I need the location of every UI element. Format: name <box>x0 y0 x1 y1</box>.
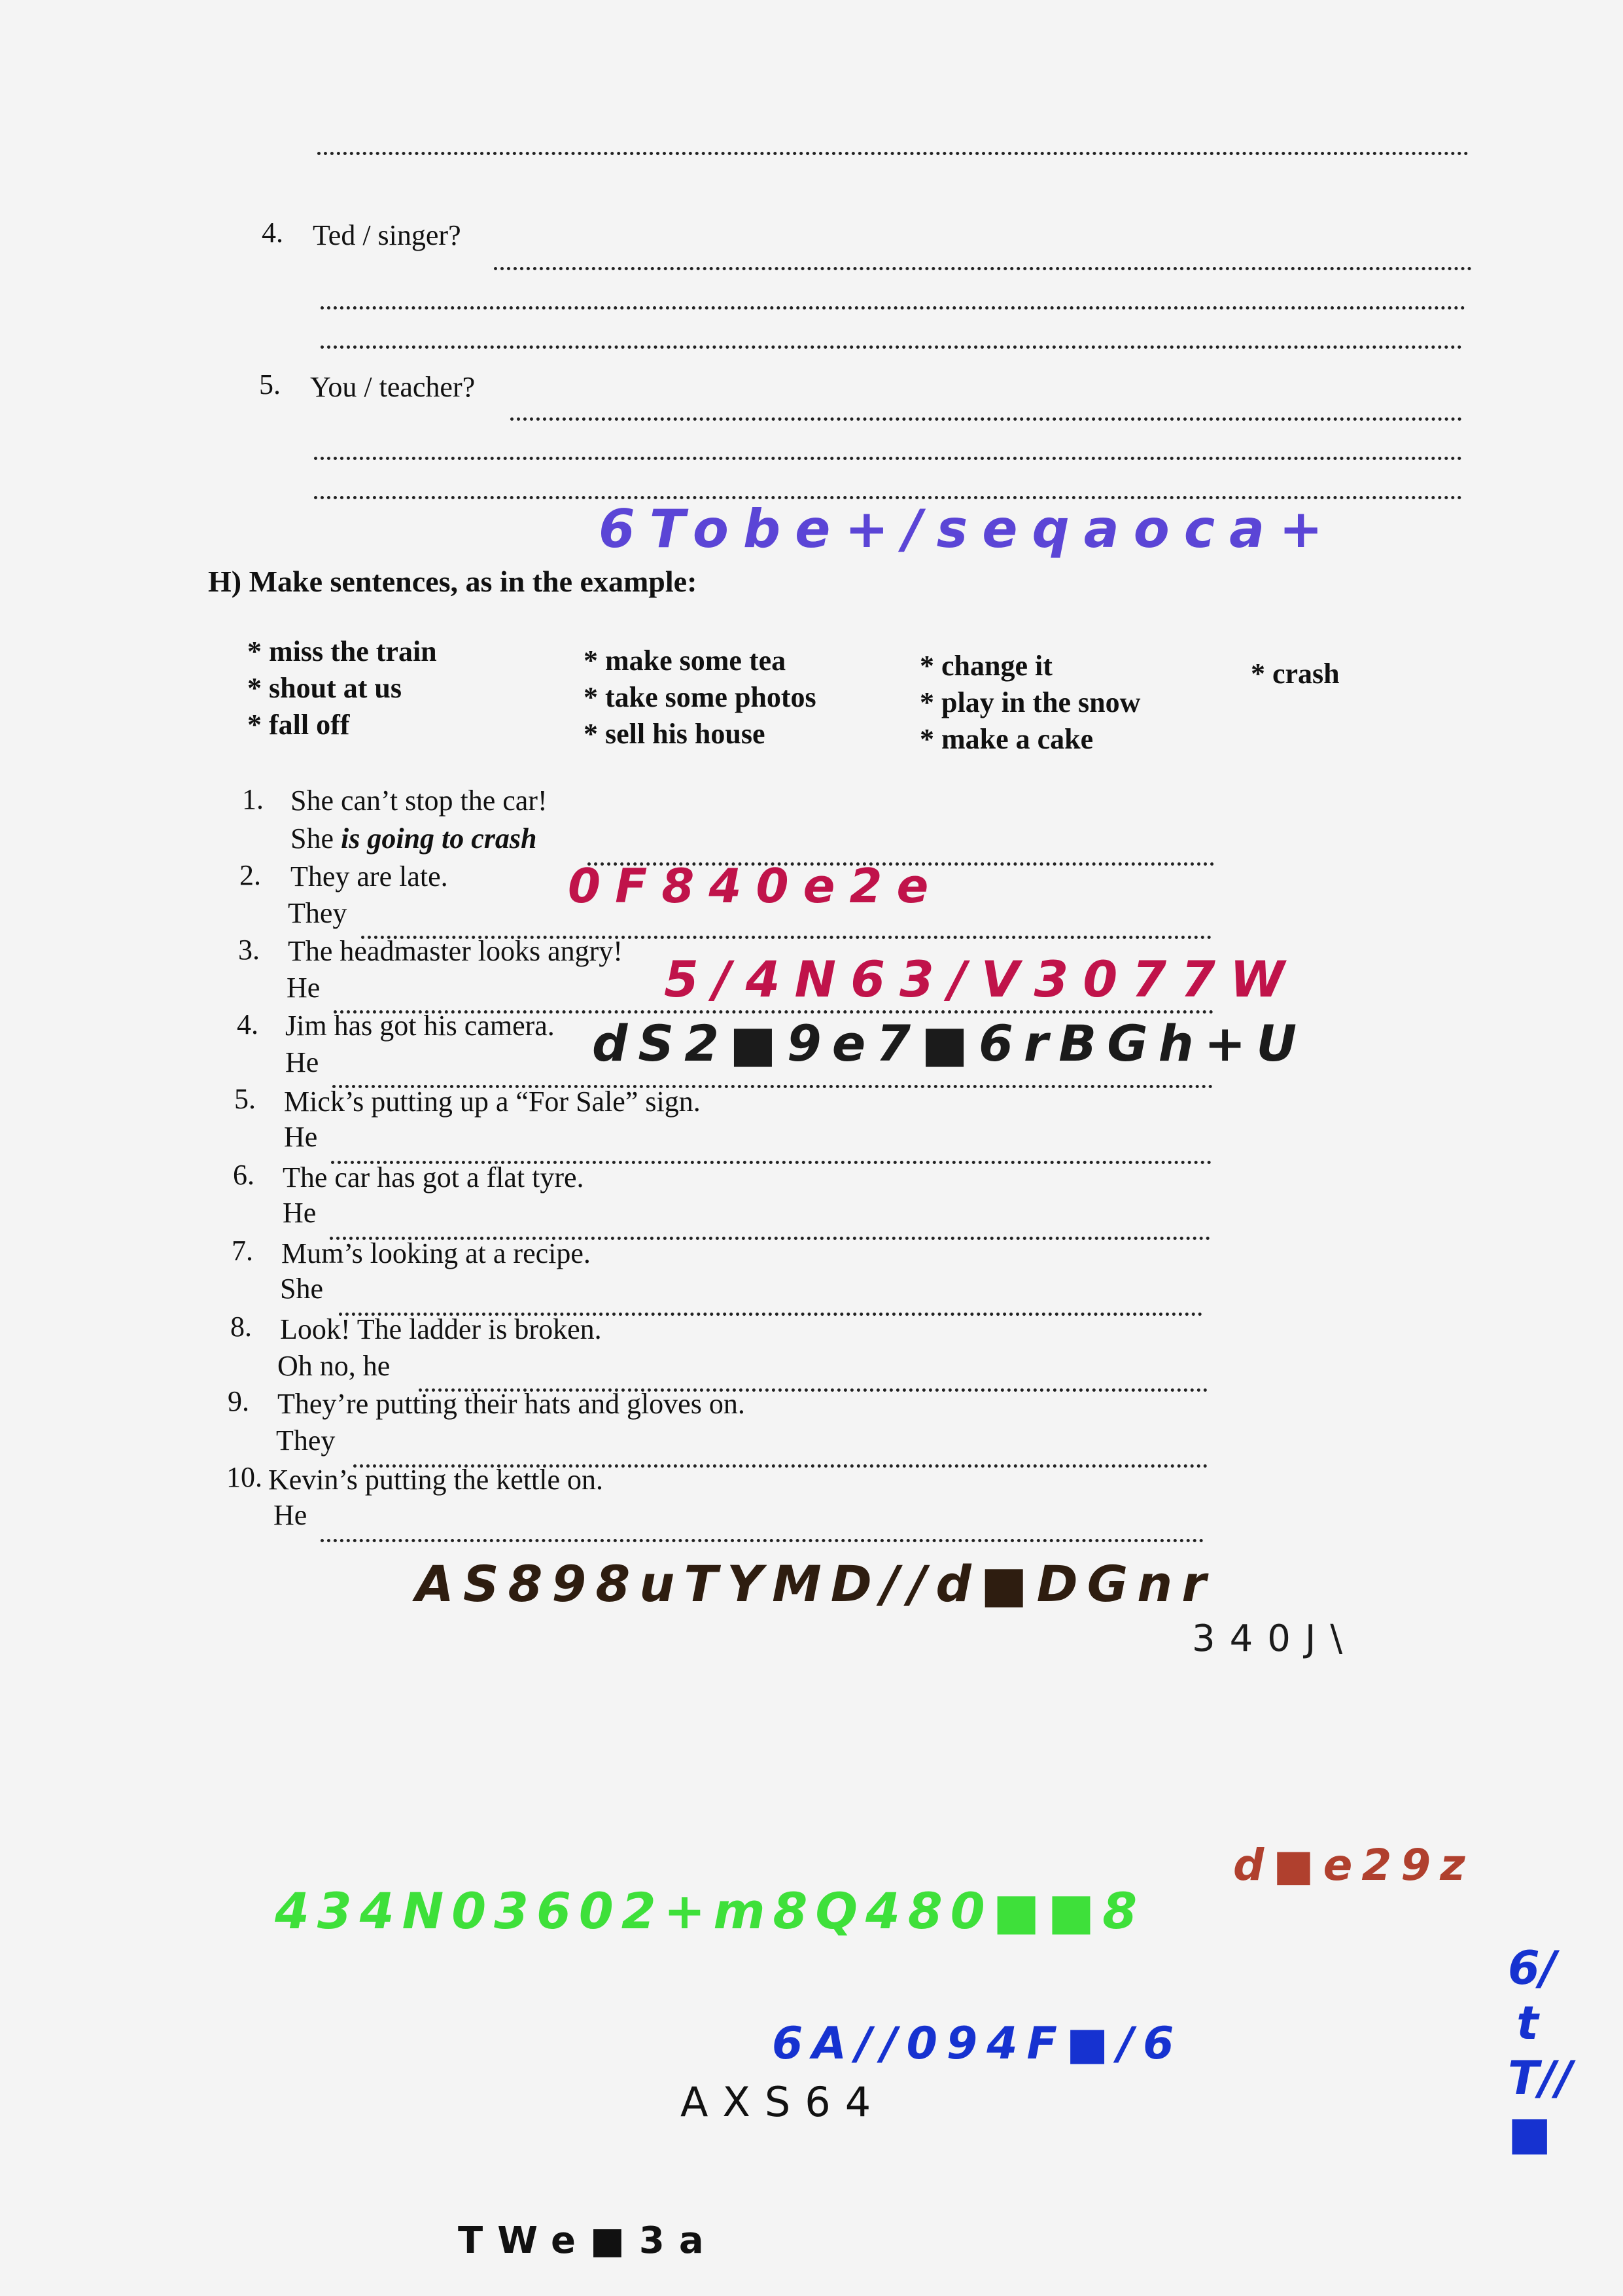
option-item: * miss the train <box>247 635 437 667</box>
item-start: He <box>273 1499 307 1531</box>
question-number: 5. <box>259 368 281 400</box>
option-item: * fall off <box>247 709 350 741</box>
item-start: They <box>276 1424 336 1457</box>
option-item: * change it <box>920 650 1053 682</box>
item-start: Oh no, he <box>277 1350 391 1382</box>
handwriting-black-5: TWe■3a <box>458 2219 718 2262</box>
item-start: They <box>288 897 347 929</box>
handwriting-black-3: 340J\ <box>1192 1617 1357 1660</box>
handwriting-red-1: 0F840e2e <box>568 858 943 913</box>
option-item: * crash <box>1251 658 1340 690</box>
question-text: Ted / singer? <box>313 219 461 251</box>
option-column-2: * make some tea * take some photos * sel… <box>584 643 816 752</box>
answer-line[interactable] <box>321 345 1462 349</box>
item-prompt: They’re putting their hats and gloves on… <box>277 1388 745 1420</box>
handwriting-blue-vertical: 6/tT//■ <box>1508 1941 1573 2160</box>
item-prompt: Mum’s looking at a recipe. <box>281 1237 591 1269</box>
item-prompt: Jim has got his camera. <box>285 1010 555 1042</box>
item-number: 4. <box>237 1008 258 1040</box>
option-item: * sell his house <box>584 718 765 750</box>
item-start: She <box>280 1273 323 1305</box>
item-number: 2. <box>239 859 261 891</box>
handwriting-purple: 6Tobe+/seqaoca+ <box>599 499 1338 559</box>
handwriting-red-2: 5/4N63/V3077W <box>664 950 1299 1008</box>
item-prompt: Look! The ladder is broken. <box>280 1313 602 1345</box>
handwriting-black-2: AS898uTYMD//d■DGnr <box>415 1555 1215 1613</box>
item-number: 9. <box>228 1385 249 1417</box>
question-number: 4. <box>262 217 283 249</box>
item-number: 5. <box>234 1083 256 1115</box>
section-heading: H) Make sentences, as in the example: <box>208 565 697 598</box>
item-prompt: They are late. <box>290 860 448 892</box>
option-column-1: * miss the train * shout at us * fall of… <box>247 633 437 743</box>
option-item: * play in the snow <box>920 686 1141 718</box>
item-number: 1. <box>242 783 264 815</box>
answer-line[interactable] <box>321 1539 1204 1542</box>
option-item: * make some tea <box>584 645 786 677</box>
handwriting-brown-red: d■e29z <box>1233 1840 1475 1890</box>
answer-line[interactable] <box>314 457 1462 460</box>
item-number: 10. <box>226 1461 262 1493</box>
item-prompt: The headmaster looks angry! <box>288 935 623 967</box>
option-item: * make a cake <box>920 723 1094 755</box>
handwriting-blue: 6A//094F■/6 <box>772 2018 1183 2070</box>
handwriting-black-1: dS2■9e7■6rBGh+U <box>592 1014 1308 1072</box>
item-prompt: The car has got a flat tyre. <box>283 1161 584 1193</box>
answer-line[interactable] <box>494 267 1472 270</box>
item-start: She <box>290 822 334 855</box>
answer-line[interactable] <box>510 417 1462 421</box>
item-prompt: She can’t stop the car! <box>290 785 548 817</box>
item-start: He <box>285 1046 319 1078</box>
item-answer-start: She is going to crash <box>290 822 537 855</box>
item-start: He <box>283 1197 317 1229</box>
item-start: He <box>287 972 321 1004</box>
handwriting-black-4: AXS64 <box>680 2078 886 2126</box>
item-prompt: Mick’s putting up a “For Sale” sign. <box>284 1086 701 1118</box>
item-number: 8. <box>230 1311 252 1343</box>
answer-line[interactable] <box>317 152 1469 155</box>
option-item: * take some photos <box>584 681 816 713</box>
question-text: You / teacher? <box>310 371 476 403</box>
item-number: 7. <box>232 1235 253 1267</box>
item-start: He <box>284 1121 318 1153</box>
item-prompt: Kevin’s putting the kettle on. <box>268 1464 604 1496</box>
item-number: 3. <box>238 934 260 966</box>
handwriting-green: 434N03602+m8Q480■■8 <box>275 1882 1145 1940</box>
answer-line[interactable] <box>321 306 1465 309</box>
option-column-3: * change it * play in the snow * make a … <box>920 648 1140 758</box>
example-answer: is going to crash <box>341 822 537 855</box>
option-item: * shout at us <box>247 672 402 704</box>
item-number: 6. <box>233 1159 254 1191</box>
option-column-4: * crash <box>1251 656 1340 692</box>
